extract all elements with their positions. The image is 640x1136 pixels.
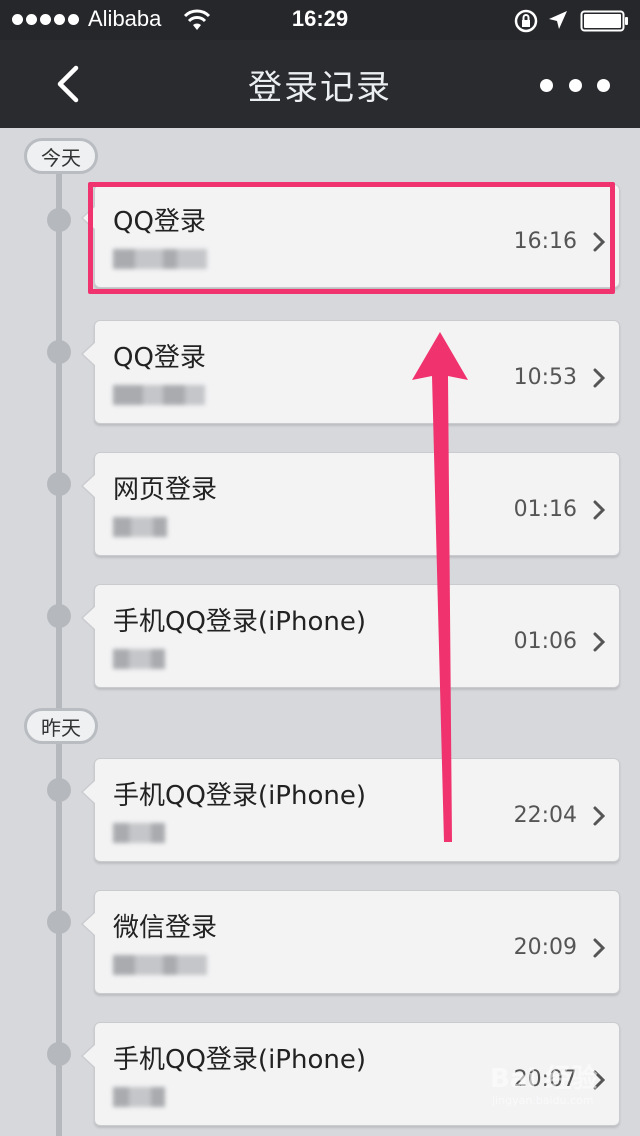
status-time: 16:29 (291, 6, 349, 31)
timeline-dot (47, 340, 71, 364)
blurred-detail (113, 647, 209, 671)
entry-title: 网页登录 (113, 475, 218, 505)
chevron-right-icon (593, 938, 606, 958)
entry-time: 20:09 (513, 935, 577, 960)
entry-time: 01:06 (513, 629, 577, 654)
login-entry[interactable]: 手机QQ登录(iPhone) 01:06 (81, 584, 620, 688)
timeline-line (56, 158, 62, 1136)
watermark: Bai 经验 jingyan.baidu.com (490, 1054, 630, 1114)
entry-title: 手机QQ登录(iPhone) (113, 781, 366, 811)
login-records-timeline[interactable]: 今天 QQ登录 16:16 QQ登录 10:53 网页登录 01:16 手机QQ… (0, 128, 640, 1136)
more-button[interactable] (540, 70, 610, 100)
login-entry[interactable]: 微信登录 20:09 (81, 890, 620, 994)
day-label-today: 今天 (24, 138, 98, 174)
blurred-detail (113, 247, 209, 271)
timeline-dot (47, 208, 71, 232)
location-arrow-icon (549, 11, 567, 29)
blurred-detail (113, 821, 209, 845)
timeline-dot (47, 604, 71, 628)
entry-time: 22:04 (513, 803, 577, 828)
chevron-right-icon (593, 232, 606, 252)
chevron-right-icon (593, 806, 606, 826)
up-arrow-annotation (412, 332, 468, 842)
timeline-dot (47, 1042, 71, 1066)
chevron-right-icon (593, 632, 606, 652)
rotation-lock-icon (514, 9, 538, 33)
entry-title: 手机QQ登录(iPhone) (113, 607, 366, 637)
status-bar: Alibaba 16:29 (0, 0, 640, 40)
blurred-detail (113, 1085, 209, 1109)
timeline-dot (47, 472, 71, 496)
login-entry[interactable]: QQ登录 16:16 (81, 184, 620, 288)
chevron-right-icon (593, 368, 606, 388)
blurred-detail (113, 515, 209, 539)
more-dots-icon (540, 78, 553, 92)
timeline-dot (47, 910, 71, 934)
login-entry[interactable]: 手机QQ登录(iPhone) 22:04 (81, 758, 620, 862)
chevron-right-icon (593, 500, 606, 520)
day-label-yesterday: 昨天 (24, 708, 98, 744)
blurred-detail (113, 383, 209, 407)
battery-icon (580, 10, 628, 32)
entry-time: 10:53 (513, 365, 577, 390)
nav-bar: 登录记录 (0, 40, 640, 128)
login-entry[interactable]: 网页登录 01:16 (81, 452, 620, 556)
login-entry[interactable]: QQ登录 10:53 (81, 320, 620, 424)
timeline-dot (47, 778, 71, 802)
entry-time: 01:16 (513, 497, 577, 522)
entry-title: QQ登录 (113, 207, 206, 237)
entry-title: QQ登录 (113, 343, 206, 373)
entry-time: 16:16 (513, 229, 577, 254)
watermark-url: jingyan.baidu.com (492, 1094, 594, 1107)
entry-title: 手机QQ登录(iPhone) (113, 1045, 366, 1075)
entry-title: 微信登录 (113, 913, 218, 943)
watermark-text: Bai 经验 (490, 1064, 598, 1094)
blurred-detail (113, 953, 209, 977)
